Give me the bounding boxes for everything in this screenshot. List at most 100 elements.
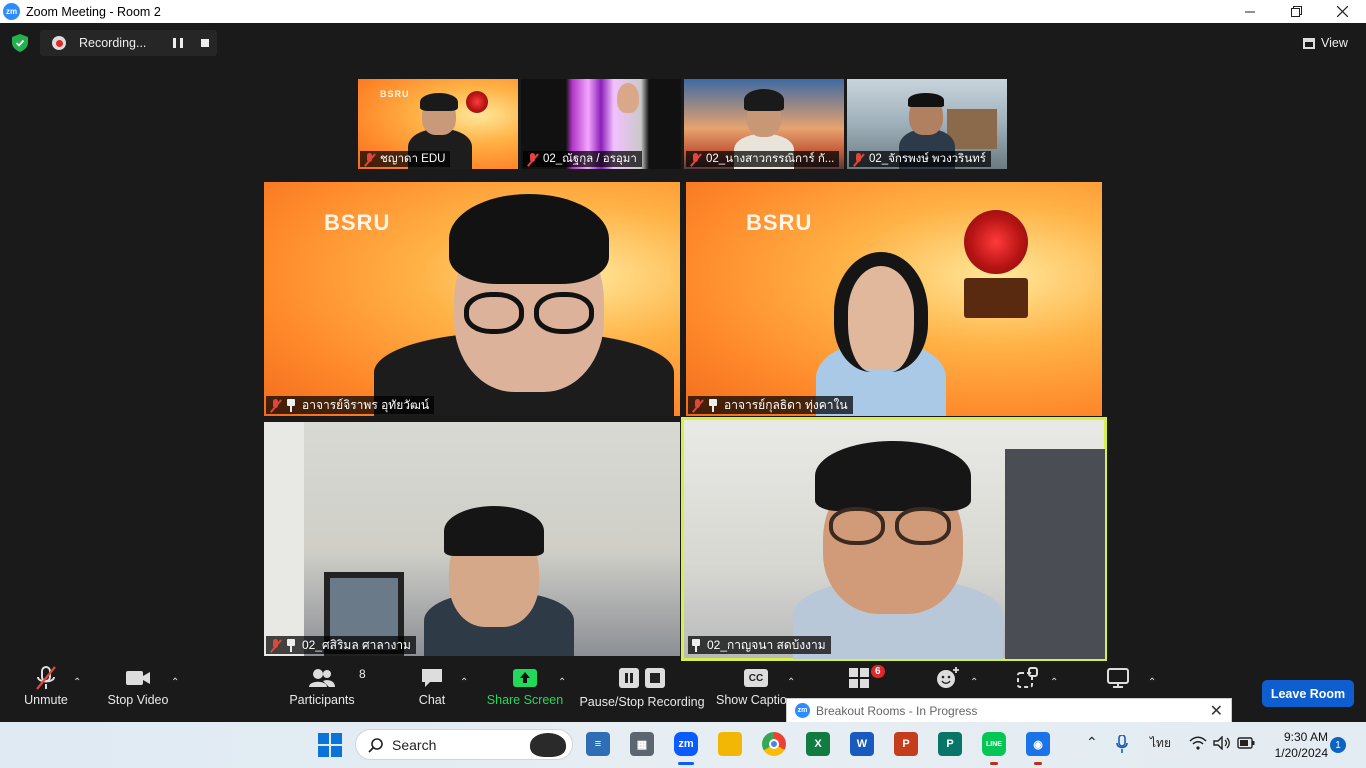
wifi-icon[interactable] bbox=[1189, 736, 1207, 750]
excel-icon[interactable]: X bbox=[806, 732, 830, 756]
whiteboard-options-caret[interactable]: ⌃ bbox=[1148, 677, 1156, 688]
notepad-app-icon[interactable]: ≡ bbox=[586, 732, 610, 756]
minimize-button[interactable] bbox=[1227, 0, 1273, 23]
video-tile[interactable]: 02_ณัฐกุล / อรอุมา bbox=[521, 79, 681, 169]
system-clock[interactable]: 9:30 AM 1/20/2024 bbox=[1268, 729, 1328, 761]
participant-name: 02_ณัฐกุล / อรอุมา bbox=[543, 153, 637, 165]
restore-button[interactable] bbox=[1273, 0, 1319, 23]
search-icon bbox=[368, 737, 383, 753]
close-popup-button[interactable]: ✕ bbox=[1210, 701, 1223, 721]
clock-date: 1/20/2024 bbox=[1274, 746, 1328, 760]
security-shield-icon[interactable] bbox=[12, 34, 28, 52]
participant-name: อาจารย์กุลธิดา ทุ่งคาใน bbox=[724, 397, 848, 412]
whiteboard-icon bbox=[1107, 668, 1129, 688]
video-tile[interactable]: BSRU ชญาดา EDU bbox=[358, 79, 518, 169]
mic-muted-icon bbox=[363, 152, 376, 166]
share-screen-label: Share Screen bbox=[486, 693, 564, 707]
stop-recording-button[interactable] bbox=[201, 39, 209, 47]
recording-dot-icon bbox=[52, 36, 66, 50]
zoom-logo-icon: zm bbox=[3, 3, 20, 20]
recording-indicator: Recording... bbox=[40, 30, 217, 56]
breakout-rooms-popup[interactable]: zm Breakout Rooms - In Progress ✕ bbox=[786, 698, 1232, 722]
video-tile[interactable]: BSRU อาจารย์กุลธิดา ทุ่งคาใน bbox=[686, 182, 1102, 416]
closed-captions-icon: CC bbox=[744, 669, 768, 687]
view-label: View bbox=[1321, 36, 1348, 50]
pin-icon bbox=[286, 638, 296, 652]
mic-muted-icon bbox=[852, 152, 865, 166]
video-tile[interactable]: 02_ศสิริมล ศาลางาม bbox=[264, 422, 680, 656]
apps-options-caret[interactable]: ⌃ bbox=[1050, 677, 1058, 688]
video-tile-active-speaker[interactable]: 02_กาญจนา สดบ้งงาม bbox=[681, 417, 1107, 661]
pause-stop-recording-label: Pause/Stop Recording bbox=[579, 695, 705, 709]
app-notification-indicator bbox=[1034, 762, 1042, 765]
glasses bbox=[829, 507, 885, 545]
mic-muted-icon bbox=[269, 638, 282, 652]
battery-icon[interactable] bbox=[1237, 737, 1255, 749]
search-placeholder: Search bbox=[392, 736, 437, 753]
pause-icon bbox=[619, 668, 639, 688]
word-icon[interactable]: W bbox=[850, 732, 874, 756]
show-captions-label: Show Captio bbox=[716, 693, 787, 707]
video-camera-icon bbox=[126, 671, 150, 685]
notification-count-badge[interactable]: 1 bbox=[1330, 737, 1346, 753]
mic-muted-icon bbox=[689, 152, 702, 166]
view-button[interactable]: View bbox=[1303, 33, 1348, 53]
show-hidden-icons-button[interactable]: ⌃ bbox=[1086, 734, 1098, 751]
captions-options-caret[interactable]: ⌃ bbox=[787, 677, 795, 688]
leave-room-button[interactable]: Leave Room bbox=[1262, 680, 1354, 707]
zoom-app-icon[interactable]: zm bbox=[674, 732, 698, 756]
reactions-options-caret[interactable]: ⌃ bbox=[970, 677, 978, 688]
breakout-status-text: Breakout Rooms - In Progress bbox=[816, 703, 978, 718]
participant-name: 02_นางสาวกรรณิการ์ กั... bbox=[706, 153, 835, 165]
volume-icon[interactable] bbox=[1213, 736, 1231, 750]
close-icon bbox=[1336, 6, 1348, 17]
file-explorer-icon[interactable] bbox=[718, 732, 742, 756]
microphone-icon[interactable] bbox=[1116, 735, 1128, 753]
line-app-icon[interactable]: LINE bbox=[982, 732, 1006, 756]
stop-video-button[interactable]: Stop Video bbox=[106, 663, 170, 720]
show-captions-button[interactable]: CC Show Captio bbox=[716, 663, 787, 720]
video-tile[interactable]: 02_นางสาวกรรณิการ์ กั... bbox=[684, 79, 844, 169]
share-options-caret[interactable]: ⌃ bbox=[558, 677, 566, 688]
participants-icon bbox=[309, 669, 335, 687]
participant-name-tag: อาจารย์จิราพร อุทัยวัฒน์ bbox=[266, 396, 435, 414]
minimize-icon bbox=[1245, 11, 1255, 12]
share-screen-button[interactable]: Share Screen bbox=[486, 663, 564, 720]
title-bar: zm Zoom Meeting - Room 2 bbox=[0, 0, 1366, 23]
taskbar-search-box[interactable]: Search bbox=[355, 729, 573, 760]
breakout-rooms-icon bbox=[849, 668, 869, 688]
bsru-logo: BSRU bbox=[746, 210, 813, 235]
calculator-app-icon[interactable]: ▦ bbox=[630, 732, 654, 756]
publisher-icon[interactable]: P bbox=[938, 732, 962, 756]
chrome-icon[interactable] bbox=[762, 732, 786, 756]
video-tile[interactable]: BSRU อาจารย์จิราพร อุทัยวัฒน์ bbox=[264, 182, 680, 416]
participants-button[interactable]: 8 Participants bbox=[288, 663, 365, 720]
pause-stop-recording-button[interactable]: Pause/Stop Recording bbox=[579, 663, 705, 720]
screen-recorder-icon[interactable]: ◉ bbox=[1026, 732, 1050, 756]
pause-recording-button[interactable] bbox=[173, 38, 183, 48]
active-app-indicator bbox=[678, 762, 694, 765]
bsru-logo: BSRU bbox=[380, 89, 410, 99]
unmute-button[interactable]: Unmute bbox=[20, 663, 72, 720]
unmute-label: Unmute bbox=[24, 693, 68, 707]
video-options-caret[interactable]: ⌃ bbox=[171, 677, 179, 688]
chat-options-caret[interactable]: ⌃ bbox=[460, 677, 468, 688]
zoom-logo-icon: zm bbox=[795, 703, 810, 718]
faculty-emblem bbox=[964, 210, 1028, 274]
video-tile[interactable]: 02_จักรพงษ์ พวงวรินทร์ bbox=[847, 79, 1007, 169]
participant-name-tag: ชญาดา EDU bbox=[360, 151, 451, 167]
stop-icon bbox=[645, 668, 665, 688]
participants-label: Participants bbox=[289, 693, 355, 707]
powerpoint-icon[interactable]: P bbox=[894, 732, 918, 756]
pin-icon bbox=[286, 398, 296, 412]
chat-button[interactable]: Chat bbox=[412, 663, 452, 720]
participant-name-tag: 02_ศสิริมล ศาลางาม bbox=[266, 636, 416, 654]
mic-muted-icon bbox=[526, 152, 539, 166]
participant-name: ชญาดา EDU bbox=[380, 153, 446, 165]
windows-start-icon[interactable] bbox=[318, 733, 342, 757]
participant-name-tag: 02_กาญจนา สดบ้งงาม bbox=[688, 636, 831, 654]
close-button[interactable] bbox=[1319, 0, 1365, 23]
chat-icon bbox=[422, 669, 442, 687]
input-language[interactable]: ไทย bbox=[1150, 734, 1171, 753]
audio-options-caret[interactable]: ⌃ bbox=[73, 677, 81, 688]
